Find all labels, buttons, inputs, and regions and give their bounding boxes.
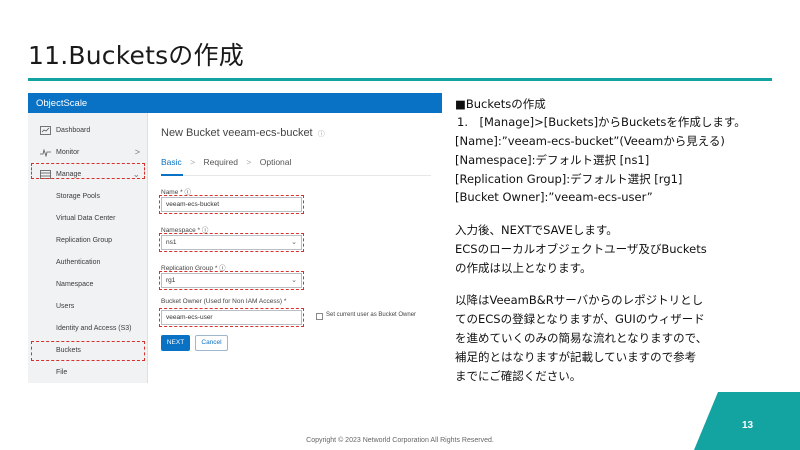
sidebar-item-namespace[interactable]: Namespace (28, 275, 148, 295)
sidebar-item-virtual-data-center[interactable]: Virtual Data Center (28, 209, 148, 229)
main-content: New Bucket veeam-ecs-bucket ⓘ Basic > Re… (149, 113, 442, 383)
sidebar: Dashboard Monitor > Manage ⌄ Storage Poo… (28, 113, 148, 383)
step-separator: > (246, 157, 252, 167)
sidebar-item-label: Users (56, 303, 75, 310)
page-number: 13 (742, 420, 754, 431)
sidebar-item-monitor[interactable]: Monitor > (28, 143, 148, 163)
notes-line: 以降はVeeamB&Rサーバからのレポジトリとし (455, 293, 704, 307)
sidebar-item-label: Storage Pools (56, 193, 100, 200)
steps-divider (161, 175, 431, 176)
info-icon: ⓘ (317, 131, 325, 138)
notes-line: ECSのローカルオブジェクトユーザ及びBuckets (455, 242, 707, 256)
sidebar-item-file[interactable]: File (28, 363, 148, 383)
sidebar-item-identity-access[interactable]: Identity and Access (S3) (28, 319, 148, 339)
slide-title: 11.Bucketsの作成 (28, 41, 244, 70)
step-separator: > (190, 157, 196, 167)
notes-line: [Bucket Owner]:”veeam-ecs-user” (455, 190, 653, 204)
page-title-text: New Bucket veeam-ecs-bucket (161, 127, 313, 139)
dashboard-icon (40, 126, 51, 135)
app-header: ObjectScale (28, 93, 442, 113)
notes-heading: ■Bucketsの作成 (455, 97, 546, 111)
monitor-icon (40, 148, 51, 157)
copyright-footer: Copyright © 2023 Networld Corporation Al… (306, 437, 494, 444)
sidebar-item-label: Virtual Data Center (56, 215, 116, 222)
notes-line: 入力後、NEXTでSAVEします。 (455, 223, 618, 237)
chevron-right-icon: > (134, 147, 140, 157)
active-step-indicator (161, 174, 183, 176)
notes-line: 補足的とはなりますが記載していますので参考 (455, 350, 697, 364)
wizard-steps: Basic > Required > Optional (161, 157, 291, 167)
objectscale-window: ObjectScale Dashboard Monitor > Manage ⌄… (28, 93, 442, 383)
sidebar-item-label: Namespace (56, 281, 94, 288)
sidebar-item-storage-pools[interactable]: Storage Pools (28, 187, 148, 207)
notes-line: [Name]:”veeam-ecs-bucket”(Veeamから見える) (455, 134, 725, 148)
notes-line: [Replication Group]:デフォルト選択 [rg1] (455, 172, 683, 186)
highlight-buckets (31, 341, 145, 361)
notes-line: の作成は以上となります。 (455, 261, 592, 275)
sidebar-item-replication-group[interactable]: Replication Group (28, 231, 148, 251)
notes-line: 1. [Manage]>[Buckets]からBucketsを作成します。 (457, 115, 746, 129)
sidebar-item-label: Authentication (56, 259, 101, 266)
title-divider (28, 78, 772, 81)
notes-line: てのECSの登録となりますが、GUIのウィザード (455, 312, 705, 326)
step-basic[interactable]: Basic (161, 157, 182, 167)
sidebar-item-dashboard[interactable]: Dashboard (28, 121, 148, 141)
notes-line: までにご確認ください。 (455, 369, 582, 383)
sidebar-item-users[interactable]: Users (28, 297, 148, 317)
sidebar-item-label: Dashboard (56, 127, 91, 134)
sidebar-item-label: Identity and Access (S3) (56, 325, 132, 332)
sidebar-item-label: Replication Group (56, 237, 113, 244)
step-required[interactable]: Required (204, 157, 239, 167)
sidebar-item-label: File (56, 369, 68, 376)
sidebar-item-authentication[interactable]: Authentication (28, 253, 148, 273)
step-optional[interactable]: Optional (260, 157, 292, 167)
sidebar-item-label: Monitor (56, 149, 80, 156)
page-title: New Bucket veeam-ecs-bucket ⓘ (161, 127, 325, 139)
notes-line: を進めていくのみの簡易な流れとなりますので、 (455, 331, 708, 345)
highlight-manage (31, 163, 145, 179)
notes-line: [Namespace]:デフォルト選択 [ns1] (455, 153, 650, 167)
